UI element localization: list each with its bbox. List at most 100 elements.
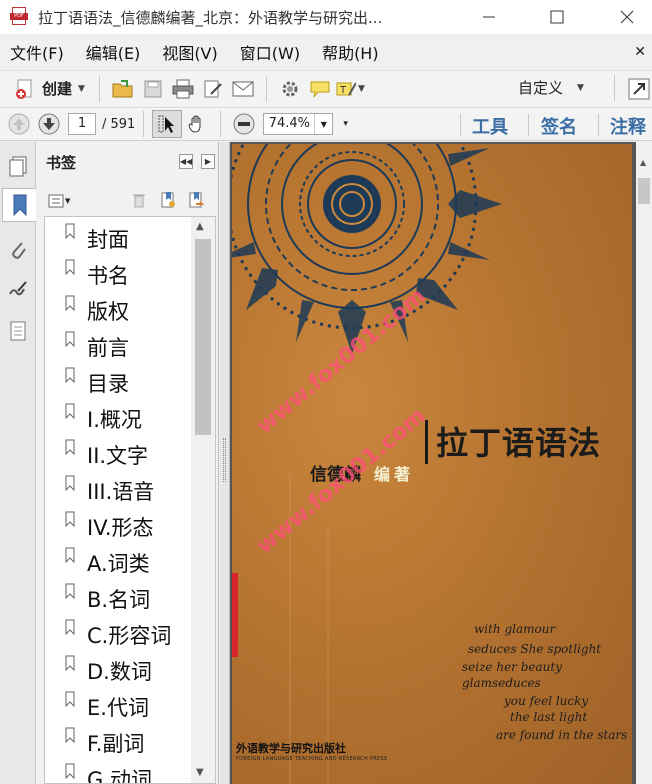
scroll-thumb[interactable] [638, 178, 650, 204]
cover-page [232, 144, 632, 784]
create-button[interactable]: 创建 ▼ [8, 75, 91, 103]
save-icon [144, 80, 162, 97]
menu-file[interactable]: 文件(F) [0, 40, 74, 64]
document-scrollbar[interactable]: ▲ [636, 142, 652, 784]
previous-page-button[interactable] [4, 110, 34, 138]
hand-icon [188, 115, 201, 133]
scroll-up-icon[interactable]: ▲ [640, 158, 646, 167]
pdf-app-icon: PDF [10, 7, 28, 27]
expand-icon [628, 78, 650, 100]
splitter-grip[interactable] [223, 438, 226, 482]
toolbar-divider [614, 75, 615, 101]
email-button[interactable] [228, 75, 258, 103]
scroll-down-icon[interactable]: ▼ [196, 767, 204, 778]
chevron-down-icon: ▼ [358, 83, 365, 94]
select-tool-button[interactable] [152, 110, 183, 138]
close-window-button[interactable] [604, 0, 650, 34]
cover-publisher: 外语教学与研究出版社 [236, 742, 346, 755]
bookmark-icon [13, 194, 26, 217]
zoom-select[interactable]: 74.4% ▼ [263, 113, 334, 135]
expand-bookmark-button[interactable] [188, 191, 205, 213]
arrow-down-icon [38, 113, 60, 135]
close-document-icon[interactable]: ✕ [634, 44, 646, 60]
maximize-button[interactable] [534, 0, 580, 34]
bookmark-icon [65, 223, 75, 239]
page-thumbnails-button[interactable] [3, 150, 33, 184]
bookmark-icon [65, 763, 75, 779]
cover-script-line: seize her beauty [462, 660, 562, 674]
open-button[interactable] [108, 75, 138, 103]
minimize-button[interactable] [466, 0, 512, 34]
zoom-value: 74.4% [268, 116, 310, 131]
bookmark-icon [65, 439, 75, 455]
minimize-icon [483, 16, 495, 18]
bookmark-icon [65, 403, 75, 419]
customize-dropdown[interactable]: 自定义 ▼ [518, 77, 584, 98]
sign-panel-link[interactable]: 签名 [541, 113, 577, 139]
maximize-icon [550, 10, 564, 24]
expand-button[interactable] [624, 75, 652, 103]
page-number-input[interactable]: 1 [68, 113, 96, 135]
chevron-down-icon: ▼ [65, 197, 71, 205]
gear-icon [282, 81, 298, 96]
close-icon [620, 10, 634, 24]
save-button[interactable] [138, 75, 168, 103]
pane-splitter[interactable] [220, 142, 230, 784]
tools-panel-link[interactable]: 工具 [472, 113, 508, 139]
bookmark-list: 封面 书名 版权 前言 目录 I.概况 II.文字 III.语音 IV.形态 A… [44, 216, 216, 784]
chevron-down-icon: ▼ [577, 82, 584, 93]
chevron-down-icon[interactable]: ▼ [314, 114, 332, 134]
bookmark-toolbar: ▼ [36, 188, 219, 214]
toolbar-divider [220, 111, 222, 137]
zoom-out-button[interactable] [229, 110, 259, 138]
bookmarks-button[interactable] [2, 188, 36, 222]
attachments-button[interactable] [3, 232, 33, 266]
bookmark-icon [65, 727, 75, 743]
print-button[interactable] [168, 75, 198, 103]
minus-circle-icon [233, 113, 255, 135]
layers-button[interactable] [3, 314, 33, 348]
edit-button[interactable] [198, 75, 228, 103]
collapse-panel-button[interactable]: ◀◀ [179, 154, 193, 169]
comment-button[interactable] [305, 75, 335, 103]
comment-panel-link[interactable]: 注释 [610, 113, 646, 139]
document-icon [10, 321, 26, 341]
menu-edit[interactable]: 编辑(E) [76, 40, 151, 64]
bookmark-icon [65, 511, 75, 527]
cover-script-line: with glamour [474, 622, 556, 636]
create-pdf-icon [16, 79, 32, 99]
hand-tool-button[interactable] [182, 110, 212, 138]
bookmark-icon [65, 367, 75, 383]
cover-red-stripe [232, 573, 238, 657]
menu-view[interactable]: 视图(V) [152, 40, 227, 64]
bookmark-icon [65, 619, 75, 635]
highlight-button[interactable]: T ▼ [335, 75, 365, 103]
bookmark-icon [65, 655, 75, 671]
scroll-up-icon[interactable]: ▲ [196, 221, 204, 232]
more-tools-icon[interactable]: ▾ [343, 119, 348, 129]
cover-script-line: glamseduces [462, 676, 541, 690]
window-title: 拉丁语语法_信德麟编著_北京：外语教学与研究出... [38, 8, 383, 27]
navigation-toolbar: 1 / 591 74.4% ▼ ▾ 工具 签名 注释 [0, 107, 652, 141]
signatures-button[interactable] [3, 272, 33, 306]
cover-art [232, 144, 502, 784]
open-folder-icon [112, 79, 133, 97]
menu-window[interactable]: 窗口(W) [230, 40, 310, 64]
scroll-thumb[interactable] [195, 239, 211, 435]
delete-bookmark-button[interactable] [132, 192, 146, 212]
expand-panel-button[interactable]: ▶ [201, 154, 215, 169]
new-bookmark-button[interactable] [160, 191, 176, 213]
bookmark-options-button[interactable]: ▼ [48, 194, 70, 208]
settings-button[interactable] [275, 75, 305, 103]
signature-pen-icon [9, 281, 27, 296]
email-icon [232, 81, 254, 96]
next-page-button[interactable] [34, 110, 64, 138]
speech-bubble-icon [310, 81, 330, 97]
paperclip-icon [12, 242, 26, 259]
bookmark-scrollbar[interactable]: ▲ ▼ [191, 217, 215, 783]
new-bookmark-icon [161, 192, 175, 208]
menu-help[interactable]: 帮助(H) [312, 40, 389, 64]
main-toolbar: 创建 ▼ T ▼ 自定义 ▼ [0, 70, 652, 106]
print-icon [172, 79, 194, 98]
bookmark-icon [65, 259, 75, 275]
